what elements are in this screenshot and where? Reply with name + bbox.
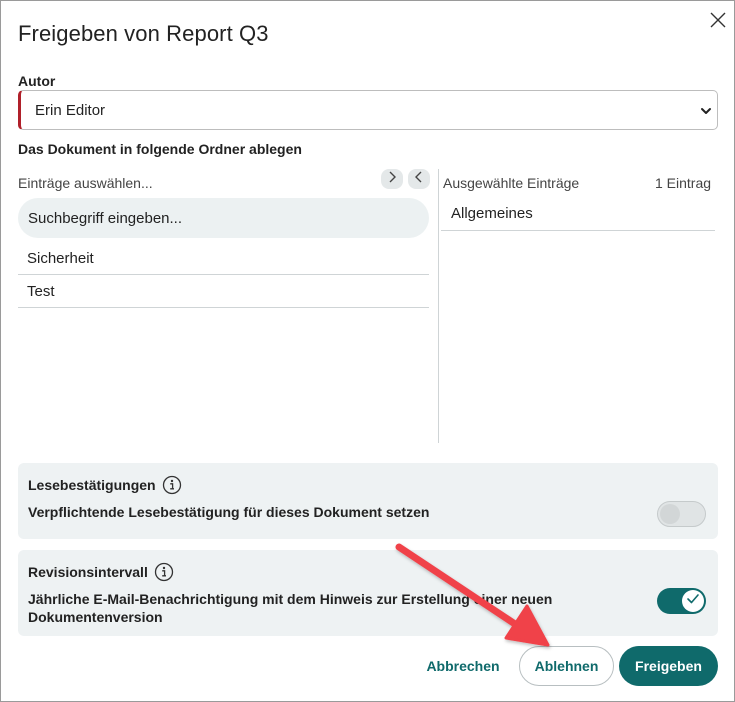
info-icon[interactable]	[162, 475, 182, 495]
revision-description: Jährliche E-Mail-Benachrichtigung mit de…	[28, 591, 553, 625]
read-receipts-description: Verpflichtende Lesebestätigung für diese…	[28, 504, 430, 520]
chevron-down-icon	[700, 104, 712, 116]
available-entries-header: Einträge auswählen...	[18, 175, 153, 191]
folder-label: Das Dokument in folgende Ordner ablegen	[18, 141, 302, 157]
toggle-knob	[682, 590, 704, 612]
revision-title: Revisionsintervall	[28, 564, 148, 580]
read-receipts-panel: Lesebestätigungen Verpflichtende Lesebes…	[18, 463, 718, 539]
selected-entries-list: Allgemeines	[441, 197, 715, 231]
read-receipts-toggle[interactable]	[657, 501, 706, 527]
author-selected-value: Erin Editor	[35, 101, 106, 119]
reject-button[interactable]: Ablehnen	[519, 646, 614, 686]
available-entries-list: Sicherheit Test	[18, 242, 429, 308]
cancel-button[interactable]: Abbrechen	[419, 646, 507, 686]
selected-entries-header: Ausgewählte Einträge	[443, 175, 580, 191]
author-label: Autor	[18, 73, 56, 89]
chevron-left-icon	[414, 170, 424, 188]
dialog-title: Freigeben von Report Q3	[18, 21, 269, 46]
move-right-button[interactable]	[381, 169, 403, 189]
toggle-knob	[660, 504, 680, 524]
list-item[interactable]: Allgemeines	[441, 197, 715, 231]
list-item[interactable]: Test	[18, 275, 429, 308]
move-left-button[interactable]	[408, 169, 430, 189]
share-button[interactable]: Freigeben	[619, 646, 718, 686]
folder-search-input[interactable]: Suchbegriff eingeben...	[18, 198, 429, 238]
close-icon[interactable]	[708, 10, 728, 30]
revision-toggle[interactable]	[657, 588, 706, 614]
check-icon	[686, 592, 700, 610]
info-icon[interactable]	[154, 562, 174, 582]
read-receipts-title: Lesebestätigungen	[28, 477, 156, 493]
selected-entries-count: 1 Eintrag	[655, 175, 712, 191]
share-dialog: Freigeben von Report Q3 Autor Erin Edito…	[0, 0, 735, 702]
list-item[interactable]: Sicherheit	[18, 242, 429, 275]
author-select[interactable]: Erin Editor	[18, 90, 718, 130]
chevron-right-icon	[387, 170, 397, 188]
list-divider	[438, 169, 439, 443]
revision-panel: Revisionsintervall Jährliche E-Mail-Bena…	[18, 550, 718, 636]
